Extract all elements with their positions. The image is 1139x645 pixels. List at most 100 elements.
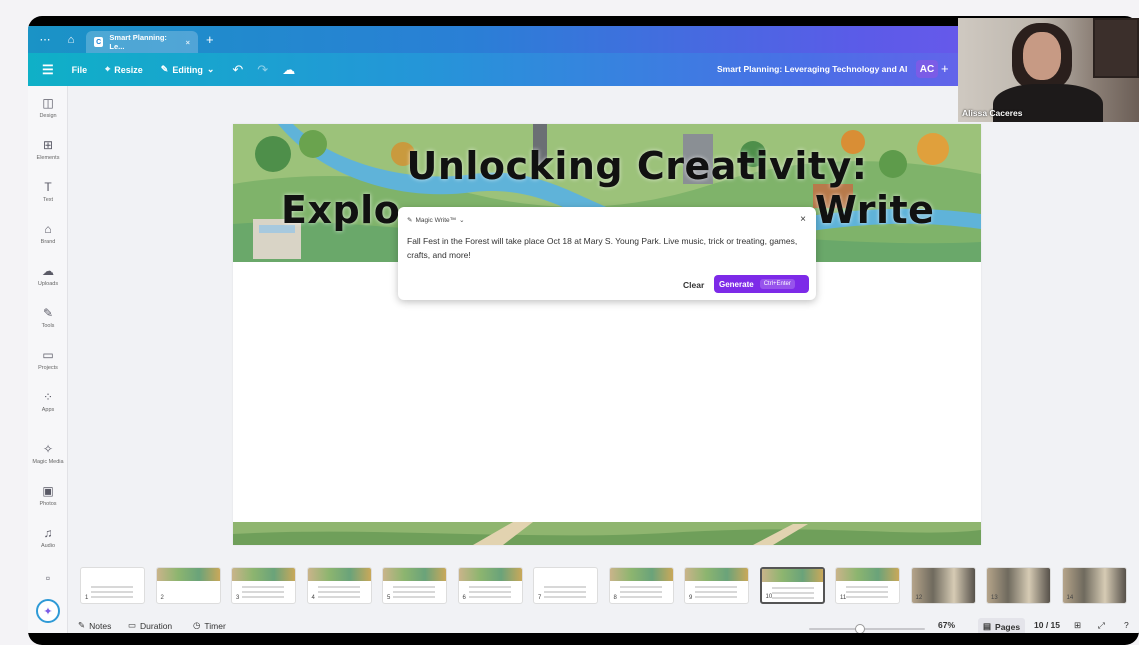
zoom-value[interactable]: 67%	[938, 620, 955, 630]
grid-view-icon[interactable]: ⊞	[1074, 620, 1081, 631]
thumbnail-text-line	[846, 596, 888, 598]
zoom-slider[interactable]	[809, 628, 925, 630]
sidebar-item-uploads[interactable]: ☁ Uploads	[28, 264, 68, 287]
thumbnail-text-line	[317, 586, 360, 588]
thumbnail-page-number: 13	[991, 595, 998, 601]
audio-icon: ♫	[43, 526, 53, 540]
slide-title-line1[interactable]: Unlocking Creativity:	[263, 144, 981, 188]
sidebar-item-design[interactable]: ◫ Design	[28, 96, 68, 119]
tab-close-icon[interactable]: ×	[186, 38, 190, 47]
sidebar-item-label: Audio	[40, 543, 56, 549]
thumbnail-preview	[761, 569, 823, 582]
sidebar-item-label: Uploads	[37, 281, 59, 287]
page-thumbnail[interactable]: 2	[155, 567, 221, 604]
help-icon[interactable]: ?	[1124, 620, 1129, 630]
wall-picture	[1093, 18, 1139, 78]
editing-label: Editing	[172, 64, 203, 75]
browser-tab[interactable]: C Smart Planning: Le... ×	[86, 31, 198, 53]
sidebar-item-label: Design	[39, 113, 57, 119]
notes-label: Notes	[89, 620, 112, 631]
thumbnail-text-line	[317, 591, 360, 593]
thumbnail-page-number: 12	[915, 595, 923, 601]
thumbnail-preview	[383, 568, 446, 581]
magic-write-popup: ✎ Magic Write™ ⌄ × Fall Fest in the Fore…	[398, 207, 816, 300]
redo-icon[interactable]: ↷	[257, 62, 268, 78]
more-icon[interactable]: ⋯	[34, 33, 56, 46]
sidebar-item-tools[interactable]: ✎ Tools	[28, 306, 68, 329]
thumbnail-text-line	[771, 597, 814, 599]
thumbnail-page-number: 11	[840, 595, 847, 601]
duration-button[interactable]: ▭ Duration	[128, 620, 172, 631]
file-menu[interactable]: File	[72, 65, 88, 75]
menu-icon[interactable]: ☰	[42, 62, 54, 78]
sidebar-item-label: Photos	[39, 501, 57, 507]
home-icon[interactable]: ⌂	[60, 34, 82, 46]
timer-button[interactable]: ◷ Timer	[193, 620, 226, 631]
thumbnail-text-line	[393, 586, 435, 588]
page-thumbnail[interactable]: 4	[306, 567, 372, 604]
thumbnail-text-line	[771, 587, 814, 589]
page-thumbnail[interactable]: 8	[608, 567, 674, 604]
page-thumbnail[interactable]: 6	[457, 567, 523, 604]
uploads-icon: ☁	[42, 264, 54, 278]
undo-icon[interactable]: ↶	[232, 62, 243, 78]
page-thumbnail[interactable]: 9	[684, 567, 749, 604]
thumbnail-text-line	[619, 586, 662, 588]
sidebar-item-label: Elements	[36, 155, 60, 161]
slide-title-line2-left: Explo	[281, 188, 401, 232]
thumbnail-text-line	[695, 596, 737, 598]
resize-label: Resize	[114, 64, 143, 75]
text-icon: T	[44, 180, 52, 194]
sidebar-item-elements[interactable]: ⊞ Elements	[28, 138, 68, 161]
sidebar-item-audio[interactable]: ♫ Audio	[28, 526, 68, 549]
sidebar-item-label: Brand	[40, 239, 56, 245]
duration-icon: ▭	[128, 620, 137, 630]
webcam-feed: Alissa Caceres	[958, 18, 1139, 122]
shortcut-hint: Ctrl+Enter	[759, 279, 795, 289]
page-thumbnail[interactable]: 11	[835, 567, 900, 604]
sidebar-item-text[interactable]: T Text	[28, 180, 68, 203]
magic-assistant-button[interactable]: ✦	[36, 599, 60, 623]
resize-icon: ⌖	[105, 64, 111, 74]
add-collaborator-button[interactable]: +	[941, 61, 949, 76]
clear-button[interactable]: Clear	[683, 280, 704, 290]
slide-canvas[interactable]: Unlocking Creativity: Explo Write	[233, 124, 981, 545]
sidebar-item-photos[interactable]: ▣ Photos	[28, 484, 68, 507]
magic-write-header[interactable]: ✎ Magic Write™ ⌄	[407, 216, 465, 225]
fullscreen-icon[interactable]: ⤢	[1098, 620, 1105, 631]
cloud-save-icon[interactable]: ☁	[282, 62, 295, 78]
thumbnail-text-line	[544, 591, 586, 593]
magic-write-prompt-input[interactable]: Fall Fest in the Forest will take place …	[407, 234, 799, 262]
page-thumbnail[interactable]: 13	[986, 567, 1051, 604]
thumbnail-text-line	[771, 592, 814, 594]
thumbnail-text-line	[544, 596, 586, 598]
resize-button[interactable]: ⌖ Resize	[105, 64, 143, 75]
thumbnail-text-line	[91, 591, 133, 593]
editing-mode-dropdown[interactable]: ✎ Editing ⌄	[161, 64, 215, 75]
zoom-slider-handle[interactable]	[855, 624, 866, 633]
design-icon: ◫	[42, 96, 54, 110]
page-thumbnail[interactable]: 1	[80, 567, 145, 604]
page-thumbnail[interactable]: 12	[910, 567, 976, 604]
page-thumbnail[interactable]: 14	[1061, 567, 1127, 604]
notes-button[interactable]: ✎ Notes	[78, 620, 111, 631]
pages-icon: ▤	[983, 621, 992, 631]
sidebar-item-apps[interactable]: ⁘ Apps	[28, 390, 68, 413]
generate-button[interactable]: Generate Ctrl+Enter	[714, 275, 809, 293]
thumbnail-text-line	[242, 591, 284, 593]
new-tab-button[interactable]: +	[206, 32, 214, 47]
sidebar-item-projects[interactable]: ▭ Projects	[28, 348, 68, 371]
sidebar-item-brand[interactable]: ⌂ Brand	[28, 222, 68, 245]
document-title[interactable]: Smart Planning: Leveraging Technology an…	[717, 64, 907, 74]
thumbnail-page-number: 10	[765, 594, 773, 600]
thumbnail-page-number: 8	[613, 595, 617, 601]
page-thumbnail[interactable]: 5	[382, 567, 447, 604]
more-apps-icon[interactable]: ▫	[28, 571, 68, 585]
sidebar-item-magic-media[interactable]: ✧ Magic Media	[28, 442, 68, 465]
close-icon[interactable]: ×	[800, 214, 806, 225]
page-thumbnail[interactable]: 10	[759, 567, 825, 604]
page-thumbnail[interactable]: 3	[231, 567, 296, 604]
pages-button[interactable]: ▤ Pages	[978, 618, 1026, 633]
avatar[interactable]: AC	[916, 60, 938, 78]
page-thumbnail[interactable]: 7	[533, 567, 598, 604]
